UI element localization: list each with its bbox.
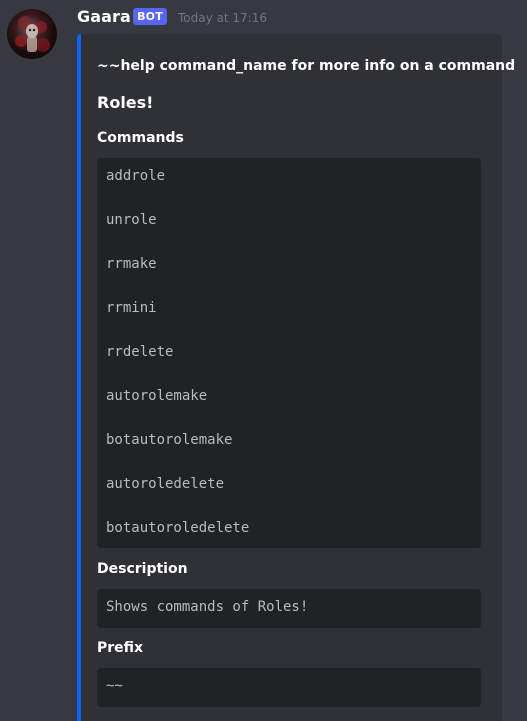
- command-item: rrmini: [106, 300, 157, 316]
- prefix-value: ~~: [106, 678, 123, 694]
- embed-title: Roles!: [97, 93, 154, 112]
- prefix-field-name: Prefix: [97, 640, 144, 656]
- description-field-name: Description: [97, 561, 188, 577]
- prefix-code-block: ~~: [97, 668, 481, 707]
- bot-badge: BOT: [133, 8, 167, 25]
- command-item: rrdelete: [106, 344, 174, 360]
- command-item: addrole: [106, 168, 166, 184]
- description-code-block: Shows commands of Roles!: [97, 589, 481, 628]
- description-value: Shows commands of Roles!: [106, 599, 309, 615]
- command-item: botautoroledelete: [106, 520, 250, 536]
- command-item: autoroledelete: [106, 476, 225, 492]
- command-item: botautorolemake: [106, 432, 233, 448]
- avatar[interactable]: [7, 9, 57, 59]
- bot-message: Gaara BOT Today at 17:16 ~~help command_…: [0, 0, 527, 721]
- username[interactable]: Gaara: [77, 7, 131, 26]
- timestamp: Today at 17:16: [178, 11, 267, 25]
- command-item: autorolemake: [106, 388, 208, 404]
- avatar-image: [15, 16, 50, 52]
- commands-code-block: addrole unrole rrmake rrmini rrdelete au…: [97, 158, 481, 548]
- embed-help-line: ~~help command_name for more info on a c…: [97, 58, 516, 74]
- embed-accent-bar: [77, 34, 81, 721]
- command-item: rrmake: [106, 256, 157, 272]
- commands-field-name: Commands: [97, 130, 184, 146]
- command-item: unrole: [106, 212, 157, 228]
- embed: ~~help command_name for more info on a c…: [77, 34, 515, 721]
